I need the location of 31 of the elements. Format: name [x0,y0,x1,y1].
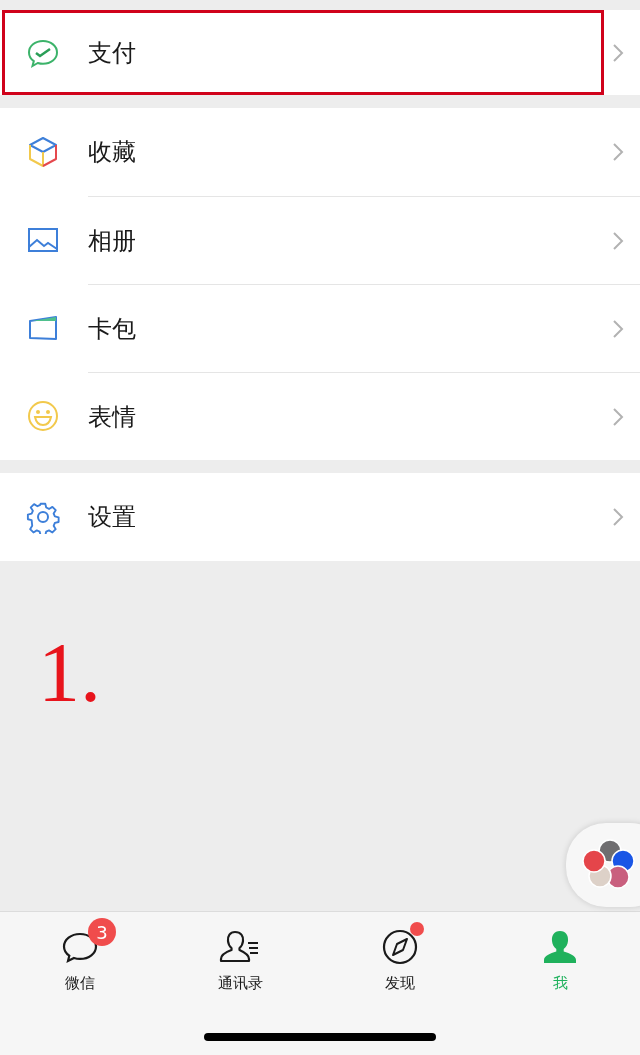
unread-count: 3 [88,918,116,946]
chevron-icon [612,42,624,63]
menu-label: 相册 [88,225,136,257]
tab-label: 通讯录 [217,974,263,993]
menu-label: 支付 [88,37,136,69]
smiley-icon [26,399,60,433]
floating-button[interactable] [566,823,640,907]
tab-label: 发现 [385,974,415,993]
tab-label: 我 [552,974,568,993]
chevron-icon [612,230,624,251]
chevron-icon [612,142,624,162]
chevron-icon [612,507,624,527]
annotation-number: 1. [38,631,101,715]
cube-icon [26,135,60,169]
menu-item[interactable]: 表情 [0,372,640,460]
menu-label: 设置 [88,502,136,533]
menu-label: 表情 [88,401,136,433]
tab[interactable]: 通讯录 [160,914,320,993]
tab[interactable]: 3 微信 [0,914,160,993]
menu-item[interactable]: 收藏 [0,108,640,196]
menu-label: 收藏 [88,137,136,168]
menu-item[interactable]: 设置 [0,473,640,561]
gear-icon [26,500,60,534]
chevron-icon [612,406,624,427]
compass-icon [380,927,420,967]
menu-label: 卡包 [88,313,136,345]
menu-item[interactable]: 相册 [0,196,640,284]
tab-label: 微信 [65,974,95,993]
menu-item[interactable]: 卡包 [0,284,640,372]
chevron-icon [612,318,624,339]
tab[interactable]: 发现 [320,914,480,993]
